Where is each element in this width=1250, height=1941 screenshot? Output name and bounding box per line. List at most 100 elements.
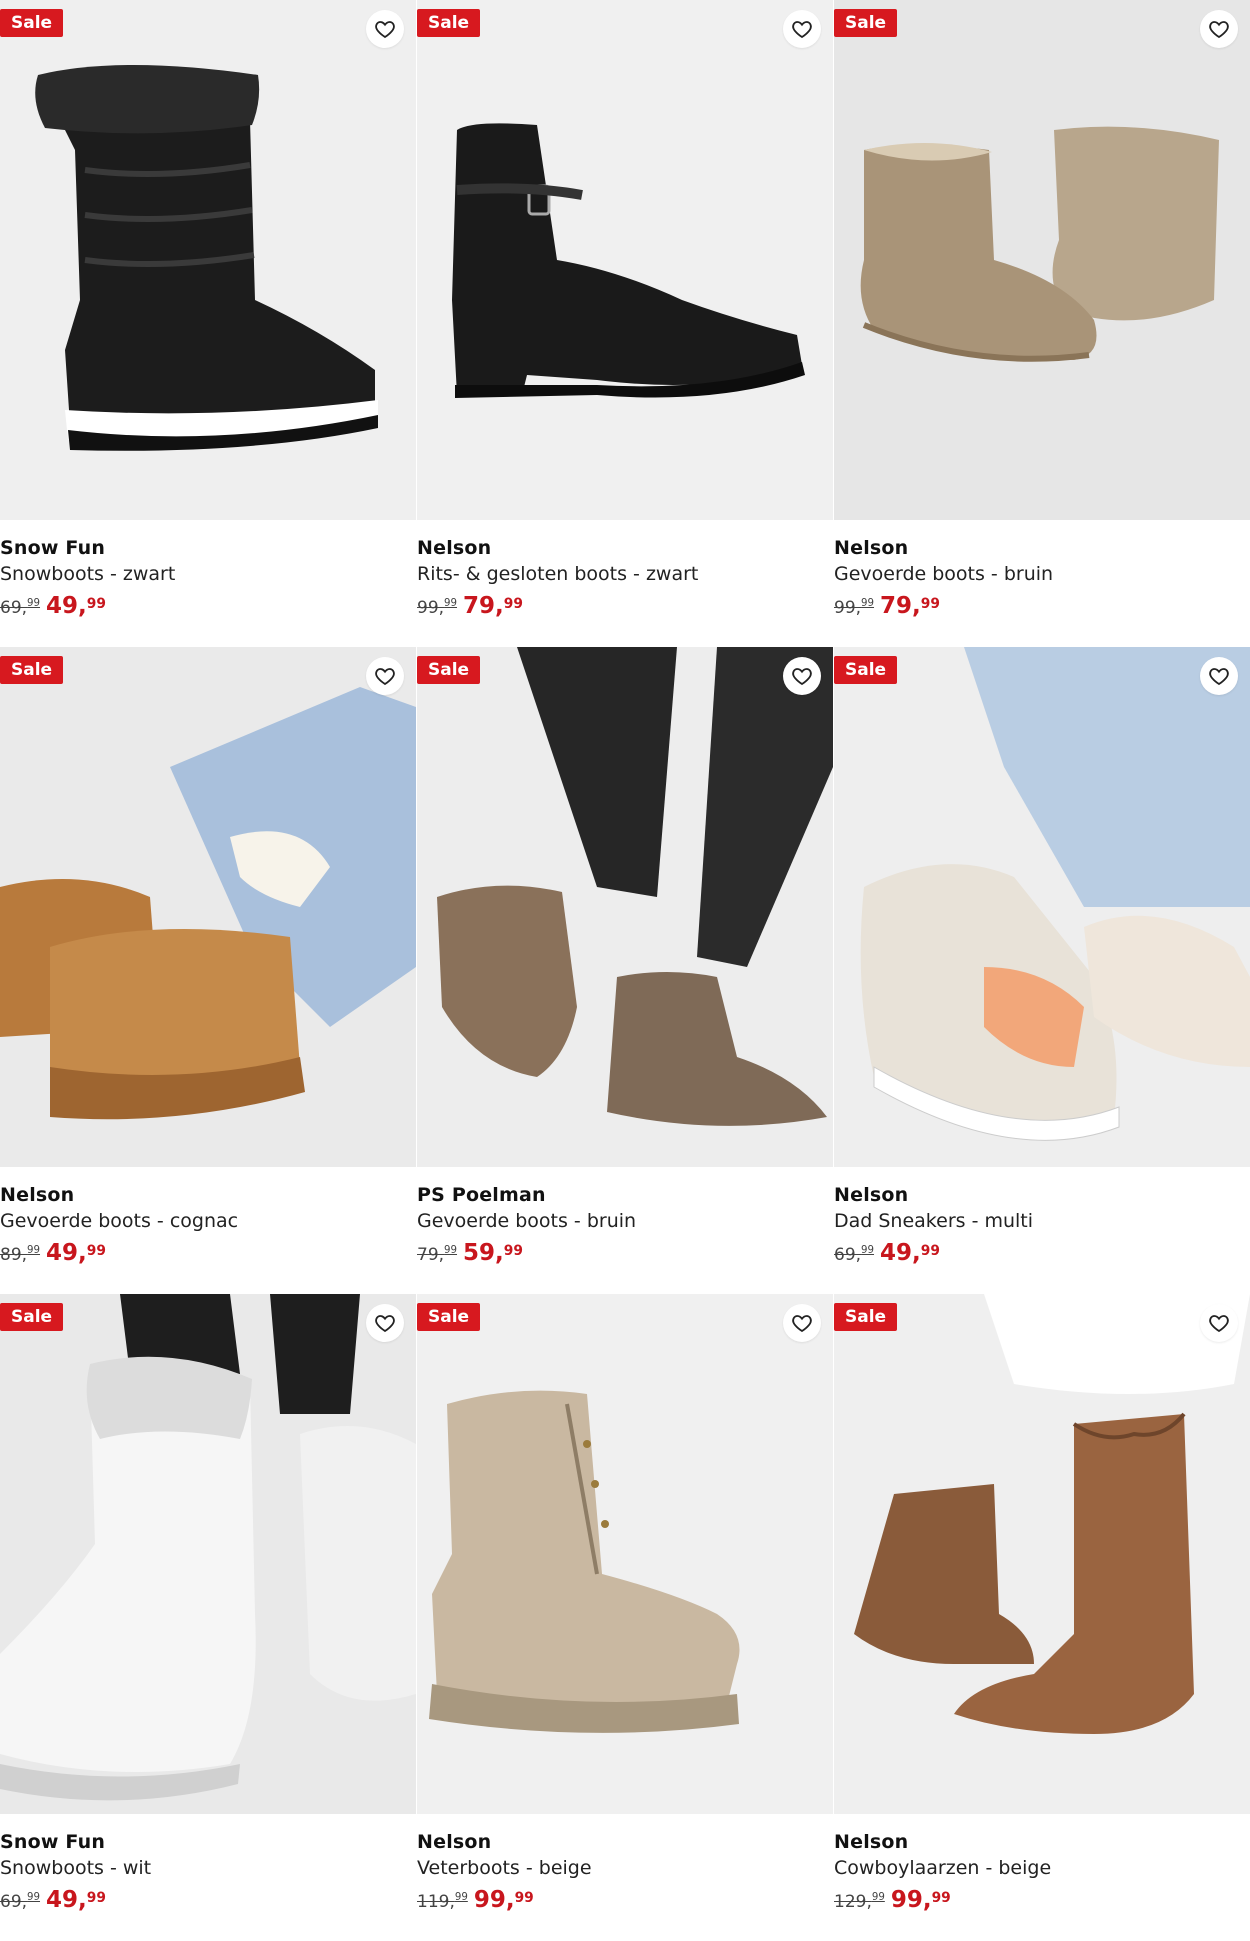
- product-image[interactable]: [417, 0, 833, 520]
- favorite-button[interactable]: [366, 657, 404, 695]
- black-snowboot-image: [0, 0, 416, 520]
- product-card[interactable]: Sale Snow Fun Snowboots - wit 69,99 49,99: [0, 1294, 416, 1941]
- product-info: Snow Fun Snowboots - zwart 69,99 49,99: [0, 536, 416, 622]
- favorite-button[interactable]: [366, 10, 404, 48]
- heart-icon: [1209, 668, 1229, 686]
- product-brand: Snow Fun: [0, 1831, 106, 1853]
- product-brand: Nelson: [834, 537, 909, 559]
- cognac-lined-boots-image: [0, 647, 416, 1167]
- favorite-button[interactable]: [783, 657, 821, 695]
- product-name[interactable]: Cowboylaarzen - beige: [834, 1854, 1250, 1882]
- old-price: 119,99: [417, 1892, 468, 1912]
- heart-icon: [792, 1315, 812, 1333]
- old-price: 69,99: [0, 598, 41, 618]
- favorite-button[interactable]: [1200, 1304, 1238, 1342]
- product-image[interactable]: [0, 0, 416, 520]
- sale-price: 79,99: [463, 593, 523, 619]
- favorite-button[interactable]: [1200, 10, 1238, 48]
- old-price: 79,99: [417, 1245, 458, 1265]
- product-card[interactable]: Sale Snow Fun Snowboots - zwart 69,99 49,…: [0, 0, 416, 647]
- product-image[interactable]: [0, 1294, 416, 1814]
- product-brand: Nelson: [0, 1184, 75, 1206]
- old-price: 89,99: [0, 1245, 41, 1265]
- product-brand: Nelson: [834, 1184, 909, 1206]
- product-image[interactable]: [417, 647, 833, 1167]
- product-price: 79,99 59,99: [417, 1239, 833, 1269]
- sale-badge: Sale: [834, 656, 898, 684]
- product-info: Nelson Veterboots - beige 119,99 99,99: [417, 1830, 833, 1916]
- product-price: 69,99 49,99: [0, 592, 416, 622]
- product-brand: Nelson: [417, 1831, 492, 1853]
- favorite-button[interactable]: [1200, 657, 1238, 695]
- brown-lined-boots-worn-image: [417, 647, 833, 1167]
- product-info: Nelson Gevoerde boots - bruin 99,99 79,99: [834, 536, 1250, 622]
- product-card[interactable]: Sale Nelson Gevoerde boots - cognac 89,9…: [0, 647, 416, 1294]
- product-image[interactable]: [417, 1294, 833, 1814]
- product-info: Nelson Gevoerde boots - cognac 89,99 49,9…: [0, 1183, 416, 1269]
- product-price: 89,99 49,99: [0, 1239, 416, 1269]
- product-image[interactable]: [0, 647, 416, 1167]
- brown-lined-boots-image: [834, 0, 1250, 520]
- product-info: Nelson Rits- & gesloten boots - zwart 99…: [417, 536, 833, 622]
- sale-price: 59,99: [463, 1240, 523, 1266]
- product-price: 69,99 49,99: [834, 1239, 1250, 1269]
- sale-price: 49,99: [46, 1240, 106, 1266]
- old-price: 99,99: [834, 598, 875, 618]
- product-card[interactable]: Sale Nelson Veterboots - beige 119,99 99,…: [417, 1294, 833, 1941]
- product-info: Nelson Cowboylaarzen - beige 129,99 99,99: [834, 1830, 1250, 1916]
- product-info: Nelson Dad Sneakers - multi 69,99 49,99: [834, 1183, 1250, 1269]
- product-card[interactable]: Sale Nelson Dad Sneakers - multi 69,99 49…: [834, 647, 1250, 1294]
- product-card[interactable]: Sale PS Poelman Gevoerde boots - bruin 7…: [417, 647, 833, 1294]
- sale-price: 79,99: [880, 593, 940, 619]
- product-name[interactable]: Gevoerde boots - cognac: [0, 1207, 416, 1235]
- sale-badge: Sale: [0, 1303, 64, 1331]
- product-image[interactable]: [834, 1294, 1250, 1814]
- heart-icon: [792, 668, 812, 686]
- product-name[interactable]: Snowboots - wit: [0, 1854, 416, 1882]
- product-name[interactable]: Rits- & gesloten boots - zwart: [417, 560, 833, 588]
- product-card[interactable]: Sale Nelson Cowboylaarzen - beige 129,99…: [834, 1294, 1250, 1941]
- old-price: 69,99: [834, 1245, 875, 1265]
- heart-icon: [375, 21, 395, 39]
- black-ankle-boot-image: [417, 0, 833, 520]
- sale-badge: Sale: [417, 9, 481, 37]
- sale-badge: Sale: [0, 9, 64, 37]
- product-price: 69,99 49,99: [0, 1886, 416, 1916]
- white-snowboot-image: [0, 1294, 416, 1814]
- product-name[interactable]: Gevoerde boots - bruin: [834, 560, 1250, 588]
- heart-icon: [375, 668, 395, 686]
- sale-badge: Sale: [417, 1303, 481, 1331]
- dad-sneakers-image: [834, 647, 1250, 1167]
- product-price: 119,99 99,99: [417, 1886, 833, 1916]
- product-price: 99,99 79,99: [834, 592, 1250, 622]
- product-info: Snow Fun Snowboots - wit 69,99 49,99: [0, 1830, 416, 1916]
- product-image[interactable]: [834, 647, 1250, 1167]
- favorite-button[interactable]: [783, 10, 821, 48]
- heart-icon: [1209, 21, 1229, 39]
- product-brand: Nelson: [834, 1831, 909, 1853]
- favorite-button[interactable]: [366, 1304, 404, 1342]
- old-price: 99,99: [417, 598, 458, 618]
- old-price: 129,99: [834, 1892, 885, 1912]
- product-brand: Snow Fun: [0, 537, 106, 559]
- heart-icon: [792, 21, 812, 39]
- product-brand: PS Poelman: [417, 1184, 546, 1206]
- heart-icon: [1209, 1315, 1229, 1333]
- sale-badge: Sale: [0, 656, 64, 684]
- sale-badge: Sale: [417, 656, 481, 684]
- product-card[interactable]: Sale Nelson Rits- & gesloten boots - zwa…: [417, 0, 833, 647]
- beige-lace-boot-image: [417, 1294, 833, 1814]
- product-name[interactable]: Gevoerde boots - bruin: [417, 1207, 833, 1235]
- product-name[interactable]: Snowboots - zwart: [0, 560, 416, 588]
- sale-price: 49,99: [46, 593, 106, 619]
- product-name[interactable]: Veterboots - beige: [417, 1854, 833, 1882]
- sale-badge: Sale: [834, 1303, 898, 1331]
- cowboy-boots-image: [834, 1294, 1250, 1814]
- heart-icon: [375, 1315, 395, 1333]
- sale-price: 99,99: [473, 1887, 534, 1913]
- product-card[interactable]: Sale Nelson Gevoerde boots - bruin 99,99…: [834, 0, 1250, 647]
- sale-price: 99,99: [890, 1887, 951, 1913]
- product-image[interactable]: [834, 0, 1250, 520]
- product-name[interactable]: Dad Sneakers - multi: [834, 1207, 1250, 1235]
- favorite-button[interactable]: [783, 1304, 821, 1342]
